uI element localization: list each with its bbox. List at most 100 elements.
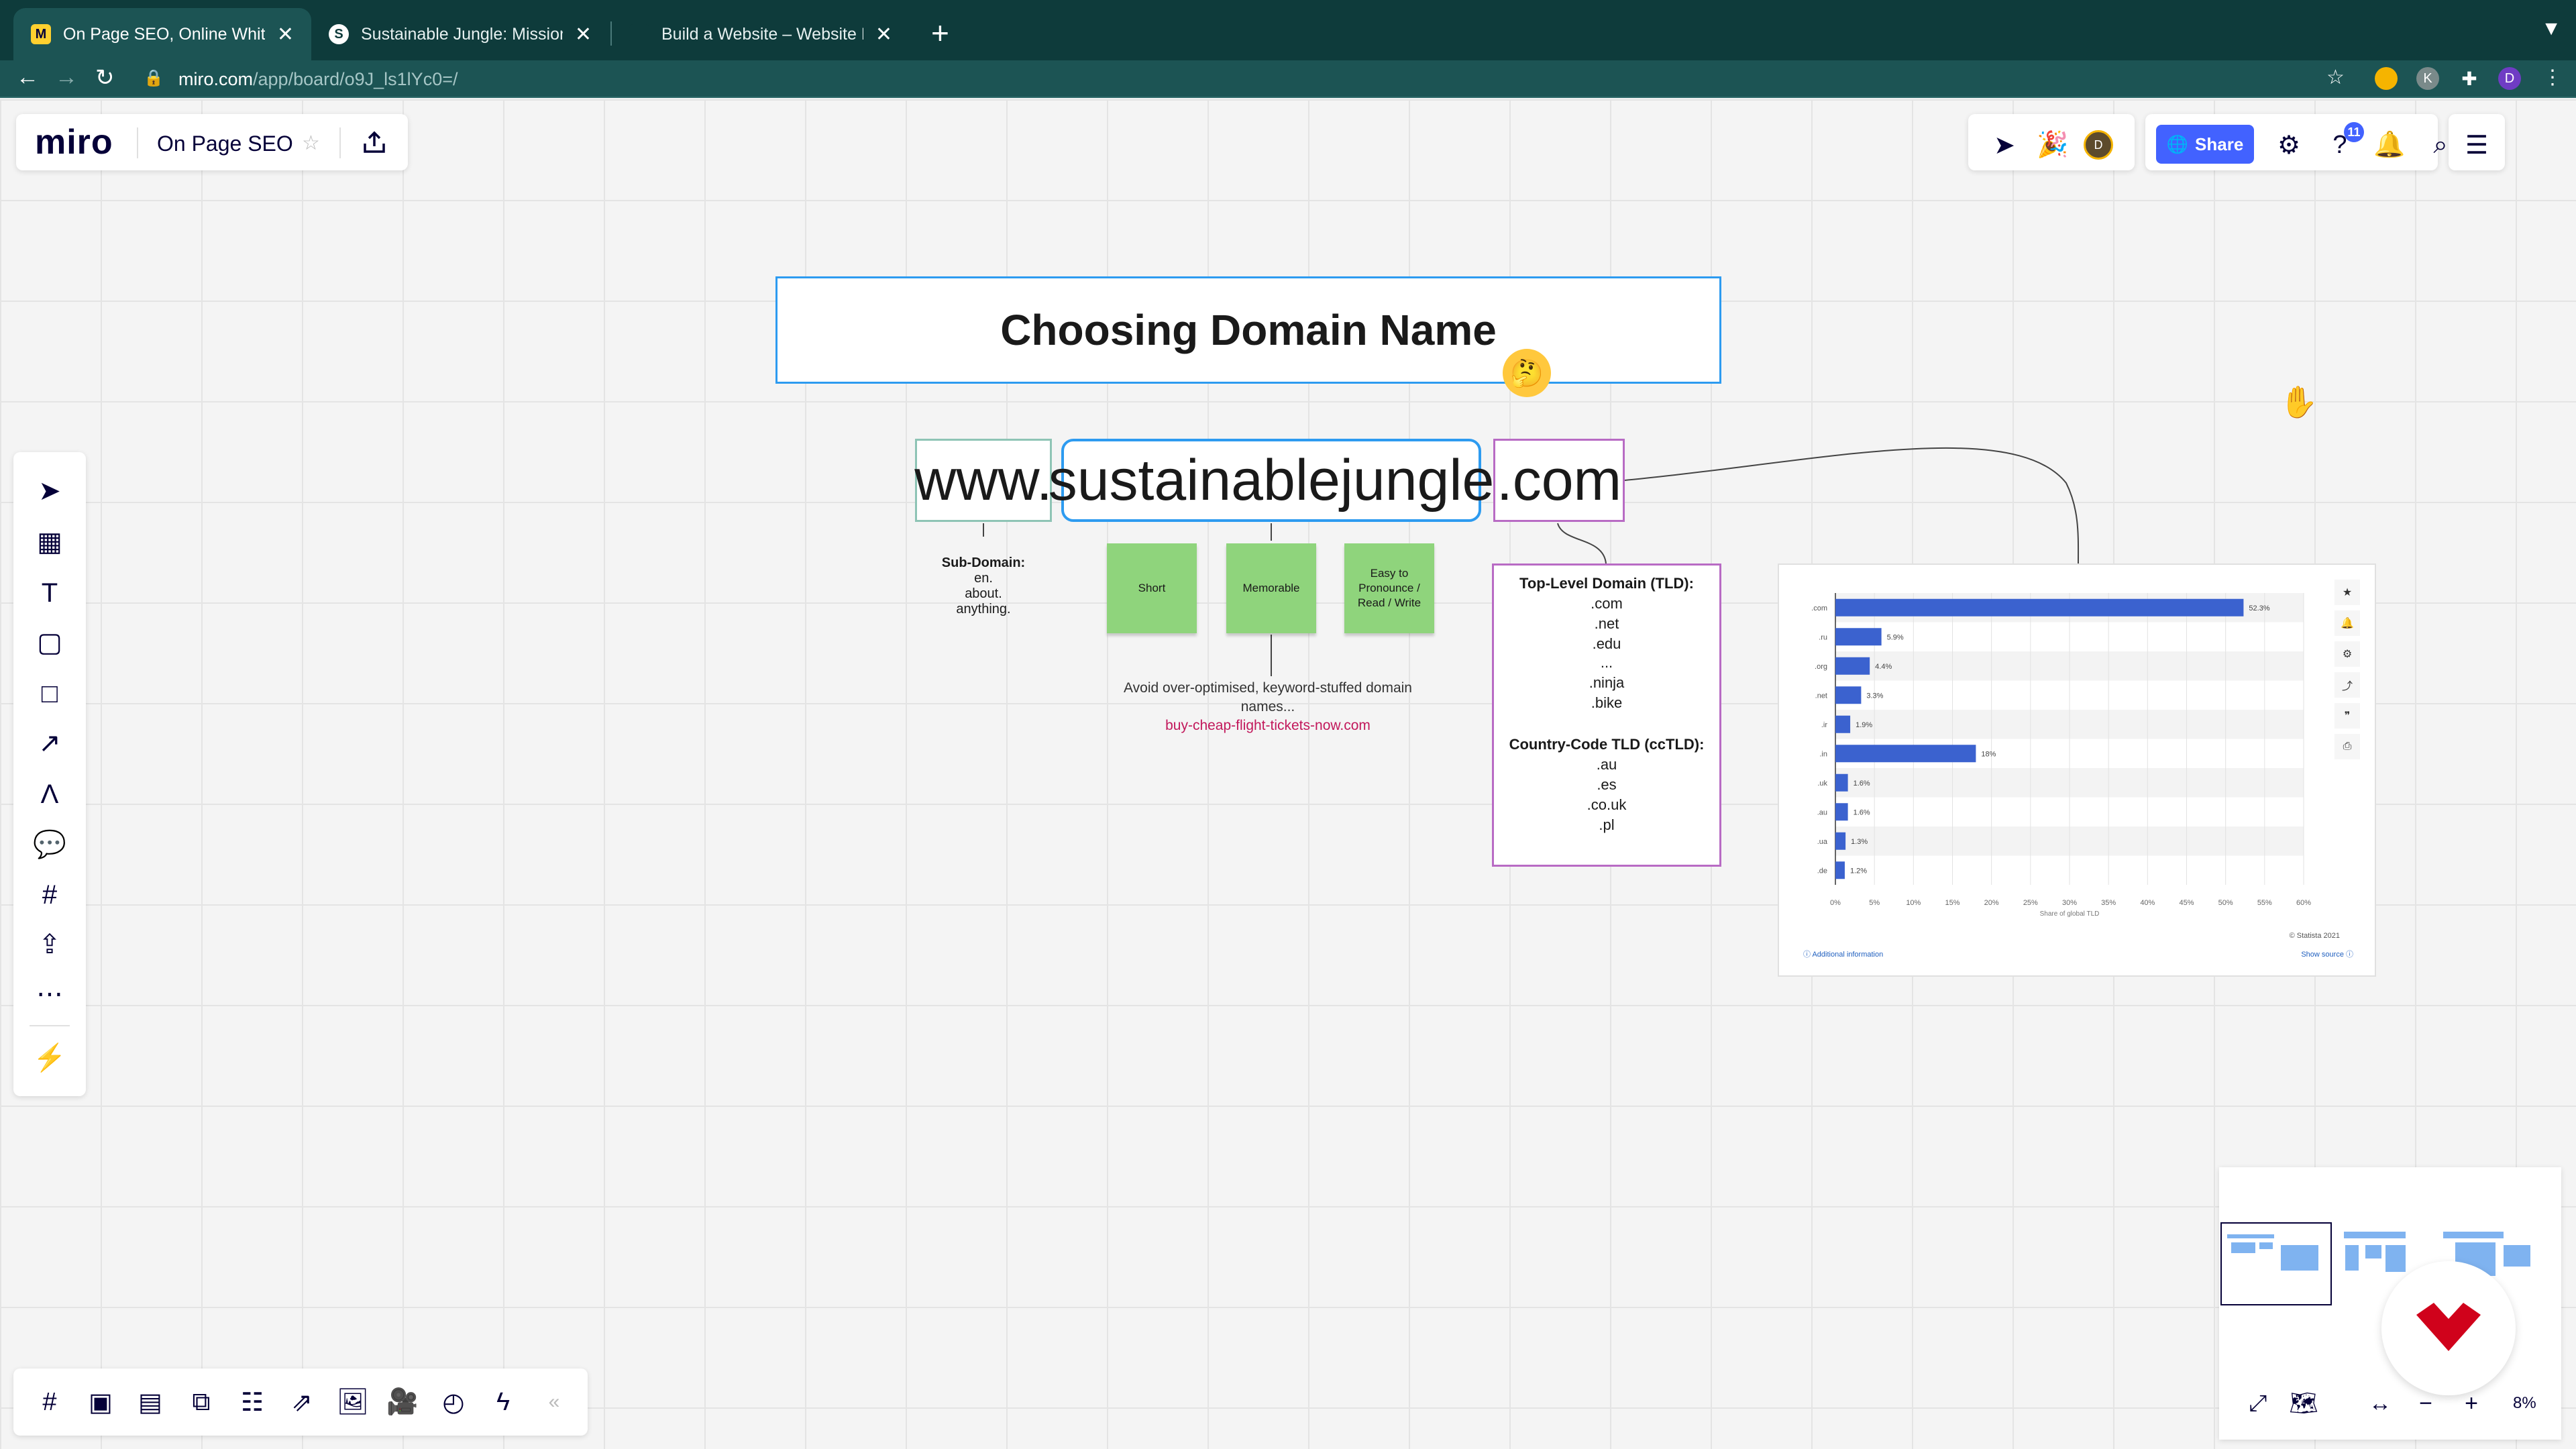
sticky-note-icon[interactable]: ▢ — [30, 623, 70, 663]
chart-x-tick-label: 15% — [1945, 899, 1960, 907]
embed-icon[interactable]: ⇗ — [283, 1383, 321, 1421]
tld-share-chart: 0% 5% 10% 15% 20% 25% 30% 35% 40% 45% 50% 55% 60% .co… — [1803, 593, 2353, 959]
sticky-note[interactable]: Memorable — [1226, 543, 1316, 633]
chart-value-label: 52.3% — [2249, 604, 2269, 612]
chart-x-tick-label: 20% — [1984, 899, 1999, 907]
fit-width-icon[interactable]: ↔ — [2364, 1387, 2396, 1419]
cursor-follow-icon[interactable]: ➤ — [1988, 129, 2021, 161]
settings-gear-icon[interactable]: ⚙ — [2334, 641, 2360, 667]
zoom-level[interactable]: 8% — [2513, 1394, 2536, 1413]
cards-icon[interactable]: ☷ — [233, 1383, 271, 1421]
divider — [339, 127, 341, 158]
comment-icon[interactable]: 💬 — [30, 824, 70, 864]
screen-share-icon[interactable]: ⧉ — [182, 1383, 220, 1421]
sticky-note[interactable]: Easy to Pronounce / Read / Write — [1344, 543, 1434, 633]
collapse-chevron-icon[interactable]: « — [535, 1383, 573, 1421]
chart-value-label: 3.3% — [1866, 692, 1883, 700]
zoom-out-icon[interactable]: − — [2410, 1387, 2442, 1419]
minimap-block — [2344, 1232, 2406, 1238]
quote-icon[interactable]: ❞ — [2334, 703, 2360, 729]
cctld-item: .es — [1597, 776, 1617, 793]
tld-item: .bike — [1591, 694, 1623, 711]
share-icon[interactable]: ⤴ — [2334, 672, 2360, 698]
map-toggle-icon[interactable]: 🗺 — [2288, 1387, 2320, 1419]
chart-category-label: .org — [1815, 663, 1827, 671]
pen-tool-icon[interactable]: Λ — [30, 774, 70, 814]
presentation-icon[interactable]: ▣ — [82, 1383, 119, 1421]
image-icon[interactable]: 🖼 — [334, 1383, 372, 1421]
chart-category-label: .net — [1815, 692, 1827, 700]
tld-item: .edu — [1592, 635, 1621, 652]
plug-icon[interactable]: ⚡ — [30, 1037, 70, 1077]
chart-x-tick-label: 35% — [2101, 899, 2116, 907]
miro-logo[interactable]: miro — [35, 122, 113, 162]
subdomain-box[interactable]: www. — [914, 439, 1053, 522]
chart-show-source-link: Show source ⓘ — [2301, 950, 2353, 959]
connection-line-icon[interactable]: ↗ — [30, 723, 70, 763]
share-button[interactable]: 🌐 Share — [2156, 125, 2254, 164]
favorite-star-icon[interactable]: ★ — [2334, 580, 2360, 605]
tld-box[interactable]: .com — [1493, 439, 1625, 522]
brand-avatar[interactable] — [2381, 1261, 2516, 1395]
thinking-emoji-icon[interactable]: 🤔 — [1503, 349, 1551, 397]
settings-sliders-icon[interactable]: ⚙ — [2273, 129, 2305, 161]
cctld-item: .co.uk — [1587, 796, 1627, 813]
divider — [30, 1025, 70, 1026]
minimap-block — [2345, 1245, 2359, 1271]
shape-tool-icon[interactable]: □ — [30, 674, 70, 714]
share-label: Share — [2195, 133, 2244, 154]
print-icon[interactable]: ⎙ — [2334, 734, 2360, 759]
lightning-icon[interactable]: ϟ — [484, 1383, 522, 1421]
avoid-example[interactable]: buy-cheap-flight-tickets-now.com — [1100, 718, 1436, 734]
templates-icon[interactable]: ▦ — [30, 522, 70, 562]
chart-x-axis-label: Share of global TLD — [2040, 910, 2100, 918]
tld-list-box[interactable]: Top-Level Domain (TLD): .com .net .edu .… — [1492, 564, 1721, 867]
globe-icon: 🌐 — [2166, 133, 2189, 154]
avoid-note[interactable]: Avoid over-optimised, keyword-stuffed do… — [1100, 679, 1436, 716]
comments-icon[interactable]: ▤ — [131, 1383, 169, 1421]
chart-value-label: 5.9% — [1887, 633, 1904, 641]
text-tool-icon[interactable]: T — [30, 573, 70, 613]
minimap-block — [2443, 1232, 2504, 1238]
domain-name-box[interactable]: sustainablejungle — [1049, 439, 1494, 522]
chart-category-label: .in — [1819, 750, 1827, 758]
bell-icon[interactable]: 🔔 — [2373, 129, 2406, 161]
export-icon[interactable] — [361, 129, 388, 156]
avatar[interactable]: D — [2084, 130, 2113, 160]
board-title[interactable]: On Page SEO — [157, 131, 293, 156]
subdomain-note[interactable]: Sub-Domain: en. about. anything. — [916, 555, 1051, 617]
chart-category-label: .au — [1817, 808, 1827, 816]
zoom-in-icon[interactable]: + — [2455, 1387, 2487, 1419]
chart-x-tick-label: 60% — [2296, 899, 2311, 907]
list-menu-icon[interactable]: ☰ — [2461, 129, 2493, 161]
divider — [137, 127, 138, 158]
chart-category-label: .uk — [1817, 780, 1827, 788]
chart-bar — [1835, 803, 1848, 821]
chart-x-tick-label: 10% — [1906, 899, 1921, 907]
chart-x-tick-label: 25% — [2023, 899, 2038, 907]
celebrate-icon[interactable]: 🎉 — [2037, 129, 2069, 161]
subdomain-heading: Sub-Domain: — [941, 555, 1026, 570]
cctld-item: .pl — [1599, 816, 1615, 833]
video-icon[interactable]: 🎥 — [384, 1383, 421, 1421]
chart-category-label: .ua — [1817, 838, 1828, 846]
minimap-block — [2259, 1242, 2273, 1249]
chart-value-label: 18% — [1981, 750, 1996, 758]
sticky-note[interactable]: Short — [1107, 543, 1197, 633]
select-tool-icon[interactable]: ➤ — [30, 471, 70, 511]
chart-bar — [1835, 715, 1851, 733]
frames-icon[interactable]: # — [31, 1383, 68, 1421]
tld-item: .com — [1591, 595, 1623, 612]
timer-icon[interactable]: ◴ — [435, 1383, 472, 1421]
star-icon[interactable]: ☆ — [302, 131, 320, 155]
chart-x-tick-label: 5% — [1869, 899, 1880, 907]
chart-bar — [1835, 598, 2244, 616]
frame-icon[interactable]: # — [30, 875, 70, 915]
title-frame[interactable]: Choosing Domain Name — [775, 276, 1721, 384]
more-tools-icon[interactable]: ⋯ — [30, 974, 70, 1014]
notification-badge: 11 — [2344, 122, 2364, 142]
upload-icon[interactable]: ⇪ — [30, 924, 70, 965]
alert-bell-icon[interactable]: 🔔 — [2334, 610, 2360, 636]
subdomain-example: anything. — [956, 602, 1011, 616]
fullscreen-icon[interactable]: ⤢ — [2242, 1387, 2274, 1419]
